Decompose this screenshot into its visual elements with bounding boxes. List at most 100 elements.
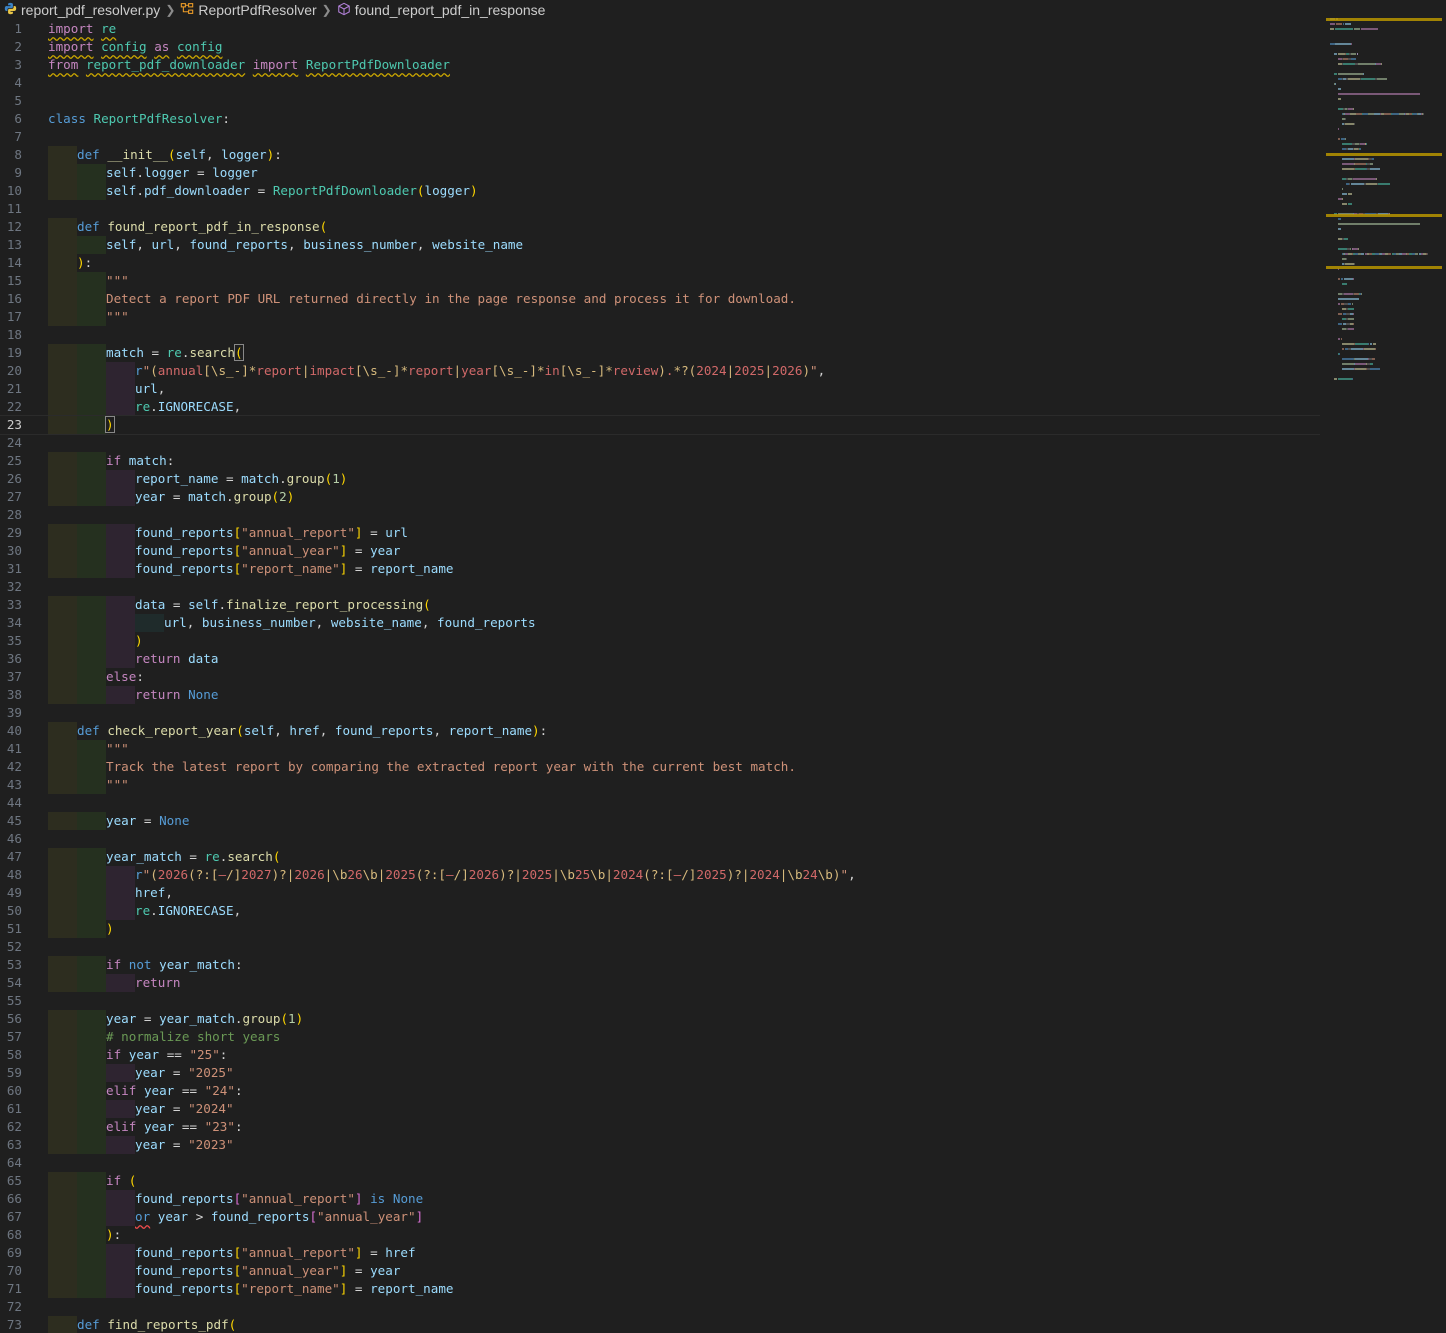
code-line[interactable]: 15 """	[0, 272, 1320, 290]
indent-guide	[48, 866, 77, 884]
code-line[interactable]: 42 Track the latest report by comparing t…	[0, 758, 1320, 776]
breadcrumb-file[interactable]: report_pdf_resolver.py	[4, 2, 160, 18]
code-text: found_reports["annual_report"] is None	[135, 1191, 424, 1206]
code-line[interactable]: 45 year = None	[0, 812, 1320, 830]
code-line[interactable]: 67 or year > found_reports["annual_year"]	[0, 1208, 1320, 1226]
indent-guide	[77, 416, 106, 434]
code-line[interactable]: 4	[0, 74, 1320, 92]
code-line[interactable]: 66 found_reports["annual_report"] is None	[0, 1190, 1320, 1208]
code-line[interactable]: 61 year = "2024"	[0, 1100, 1320, 1118]
code-line[interactable]: 22 re.IGNORECASE,	[0, 398, 1320, 416]
code-line[interactable]: 44	[0, 794, 1320, 812]
code-line[interactable]: 19 match = re.search(	[0, 344, 1320, 362]
line-number: 37	[6, 669, 22, 684]
code-line[interactable]: 71 found_reports["report_name"] = report_…	[0, 1280, 1320, 1298]
code-line[interactable]: 35)	[0, 632, 1320, 650]
indent-guide	[77, 542, 106, 560]
code-line[interactable]: 1 import re	[0, 20, 1320, 38]
breadcrumb-method[interactable]: found_report_pdf_in_response	[337, 2, 545, 19]
indent-guide	[48, 1208, 77, 1226]
code-line[interactable]: 50 re.IGNORECASE,	[0, 902, 1320, 920]
code-line[interactable]: 65 if (	[0, 1172, 1320, 1190]
code-line[interactable]: 49 href,	[0, 884, 1320, 902]
indent-guide	[48, 650, 77, 668]
code-line[interactable]: 28	[0, 506, 1320, 524]
code-line[interactable]: 48 r"(2026(?:[–/]2027)?|2026|\b26\b|2025(…	[0, 866, 1320, 884]
line-number: 50	[6, 903, 22, 918]
code-text: return None	[135, 687, 219, 702]
code-line[interactable]: 17 """	[0, 308, 1320, 326]
code-line[interactable]: 55	[0, 992, 1320, 1010]
code-line[interactable]: 52	[0, 938, 1320, 956]
code-text: url, business_number, website_name, foun…	[164, 615, 536, 630]
code-line[interactable]: 29 found_reports["annual_report"] = url	[0, 524, 1320, 542]
code-line[interactable]: 31 found_reports["report_name"] = report_…	[0, 560, 1320, 578]
code-line[interactable]: 53 if not year_match:	[0, 956, 1320, 974]
code-line[interactable]: 57 # normalize short years	[0, 1028, 1320, 1046]
code-line[interactable]: 63 year = "2023"	[0, 1136, 1320, 1154]
indent-guide	[106, 524, 135, 542]
breadcrumb-class[interactable]: ReportPdfResolver	[180, 2, 317, 18]
code-line[interactable]: 11	[0, 200, 1320, 218]
code-line[interactable]: 72	[0, 1298, 1320, 1316]
code-line[interactable]: 5	[0, 92, 1320, 110]
code-line[interactable]: 46	[0, 830, 1320, 848]
code-line[interactable]: 21 url,	[0, 380, 1320, 398]
code-line[interactable]: 73 def find_reports_pdf(	[0, 1316, 1320, 1333]
indent-guide	[77, 524, 106, 542]
code-line[interactable]: 56 year = year_match.group(1)	[0, 1010, 1320, 1028]
code-line[interactable]: 23)	[0, 415, 1320, 435]
code-line[interactable]: 33 data = self.finalize_report_processing…	[0, 596, 1320, 614]
code-line[interactable]: 12 def found_report_pdf_in_response(	[0, 218, 1320, 236]
code-line[interactable]: 24	[0, 434, 1320, 452]
code-line[interactable]: 20 r"(annual[\s_-]*report|impact[\s_-]*re…	[0, 362, 1320, 380]
code-line[interactable]: 62 elif year == "23":	[0, 1118, 1320, 1136]
code-line[interactable]: 58 if year == "25":	[0, 1046, 1320, 1064]
code-text: year = "2023"	[135, 1137, 234, 1152]
code-line[interactable]: 40 def check_report_year(self, href, foun…	[0, 722, 1320, 740]
code-line[interactable]: 30 found_reports["annual_year"] = year	[0, 542, 1320, 560]
line-number: 16	[6, 291, 22, 306]
code-line[interactable]: 10 self.pdf_downloader = ReportPdfDownloa…	[0, 182, 1320, 200]
line-number: 42	[6, 759, 22, 774]
code-line[interactable]: 54 return	[0, 974, 1320, 992]
minimap[interactable]	[1326, 18, 1446, 418]
code-line[interactable]: 7	[0, 128, 1320, 146]
code-line[interactable]: 13 self, url, found_reports, business_num…	[0, 236, 1320, 254]
indent-guide	[77, 902, 106, 920]
code-line[interactable]: 68):	[0, 1226, 1320, 1244]
code-line[interactable]: 60 elif year == "24":	[0, 1082, 1320, 1100]
code-line[interactable]: 43 """	[0, 776, 1320, 794]
code-line[interactable]: 18	[0, 326, 1320, 344]
code-line[interactable]: 25 if match:	[0, 452, 1320, 470]
code-line[interactable]: 70 found_reports["annual_year"] = year	[0, 1262, 1320, 1280]
indent-guide	[48, 902, 77, 920]
code-line[interactable]: 2 import config as config	[0, 38, 1320, 56]
code-line[interactable]: 14):	[0, 254, 1320, 272]
code-line[interactable]: 3 from report_pdf_downloader import Repor…	[0, 56, 1320, 74]
code-line[interactable]: 26 report_name = match.group(1)	[0, 470, 1320, 488]
code-line[interactable]: 37 else:	[0, 668, 1320, 686]
line-number: 35	[6, 633, 22, 648]
code-line[interactable]: 64	[0, 1154, 1320, 1172]
indent-guide	[48, 380, 77, 398]
code-line[interactable]: 36 return data	[0, 650, 1320, 668]
code-line[interactable]: 16 Detect a report PDF URL returned direc…	[0, 290, 1320, 308]
code-line[interactable]: 69 found_reports["annual_report"] = href	[0, 1244, 1320, 1262]
code-line[interactable]: 27 year = match.group(2)	[0, 488, 1320, 506]
code-line[interactable]: 9 self.logger = logger	[0, 164, 1320, 182]
code-line[interactable]: 34 url, business_number, website_name, fo…	[0, 614, 1320, 632]
code-editor[interactable]: 1 import re 2 import config as config 3 from …	[0, 20, 1320, 1333]
indent-guide	[106, 488, 135, 506]
code-line[interactable]: 38 return None	[0, 686, 1320, 704]
code-line[interactable]: 32	[0, 578, 1320, 596]
code-line[interactable]: 8 def __init__(self, logger):	[0, 146, 1320, 164]
code-line[interactable]: 6 class ReportPdfResolver:	[0, 110, 1320, 128]
code-line[interactable]: 59 year = "2025"	[0, 1064, 1320, 1082]
code-line[interactable]: 47 year_match = re.search(	[0, 848, 1320, 866]
code-line[interactable]: 51)	[0, 920, 1320, 938]
code-line[interactable]: 39	[0, 704, 1320, 722]
code-line[interactable]: 41 """	[0, 740, 1320, 758]
indent-guide	[48, 1190, 77, 1208]
indent-guide	[77, 1082, 106, 1100]
